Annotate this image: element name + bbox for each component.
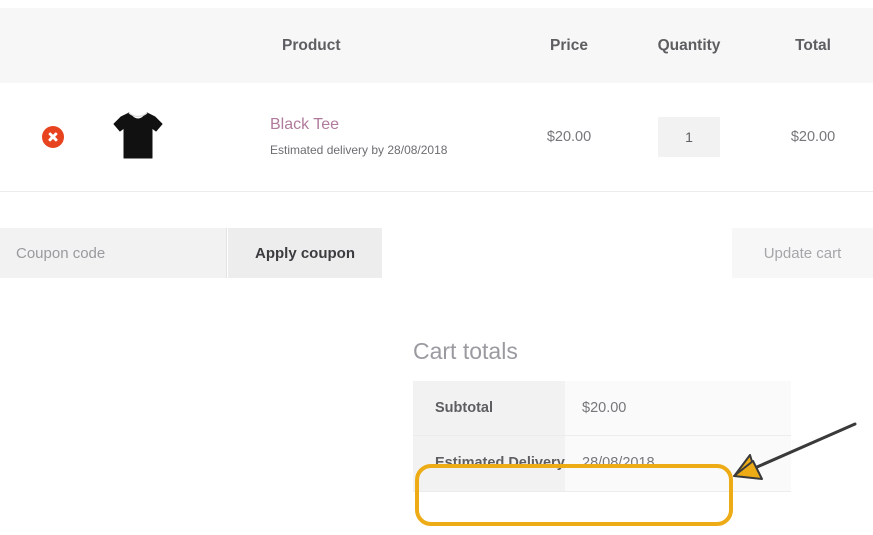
estimated-delivery-label: Estimated Delivery <box>413 435 565 492</box>
cart-item-thumbnail-cell <box>105 83 270 192</box>
cart-table-head: Product Price Quantity Total <box>0 8 873 83</box>
cart-item-price: $20.00 <box>546 129 592 145</box>
header-remove <box>0 8 105 83</box>
cart-item-row: Black Tee Estimated delivery by 28/08/20… <box>0 83 873 192</box>
product-thumbnail[interactable] <box>105 102 171 168</box>
black-tshirt-icon <box>113 112 163 159</box>
header-product: Product <box>282 36 341 54</box>
product-name-link[interactable]: Black Tee <box>270 115 513 136</box>
coupon-code-input[interactable] <box>0 228 227 278</box>
product-delivery-meta: Estimated delivery by 28/08/2018 <box>270 143 448 158</box>
header-price: Price <box>550 36 588 54</box>
cart-item-quantity-cell <box>625 83 753 192</box>
cart-item-product-cell: Black Tee Estimated delivery by 28/08/20… <box>270 83 513 192</box>
cart-item-remove-cell <box>0 83 105 192</box>
cart-totals-table: Subtotal $20.00 Estimated Delivery 28/08… <box>413 381 791 492</box>
cart-item-total: $20.00 <box>790 129 836 145</box>
subtotal-label: Subtotal <box>413 381 565 436</box>
header-thumbnail <box>105 8 270 83</box>
cart-totals-section: Cart totals Subtotal $20.00 Estimated De… <box>413 340 791 492</box>
header-total: Total <box>795 36 831 54</box>
update-cart-button[interactable]: Update cart <box>732 228 873 278</box>
cart-totals-title: Cart totals <box>413 338 518 364</box>
header-quantity: Quantity <box>657 36 721 54</box>
remove-item-icon[interactable] <box>41 126 64 148</box>
totals-row-estimated-delivery: Estimated Delivery 28/08/2018 <box>413 435 791 492</box>
quantity-input[interactable] <box>658 117 720 157</box>
coupon-actions-row: Apply coupon Update cart <box>0 228 873 278</box>
cart-header-row: Product Price Quantity Total <box>0 8 873 83</box>
shop-table-container: Product Price Quantity Total Black Tee E… <box>0 8 873 192</box>
subtotal-value: $20.00 <box>565 381 791 436</box>
totals-row-subtotal: Subtotal $20.00 <box>413 381 791 436</box>
apply-coupon-button[interactable]: Apply coupon <box>228 228 382 278</box>
cart-table-body: Black Tee Estimated delivery by 28/08/20… <box>0 83 873 192</box>
cart-table: Product Price Quantity Total Black Tee E… <box>0 8 873 192</box>
estimated-delivery-value: 28/08/2018 <box>565 435 791 492</box>
